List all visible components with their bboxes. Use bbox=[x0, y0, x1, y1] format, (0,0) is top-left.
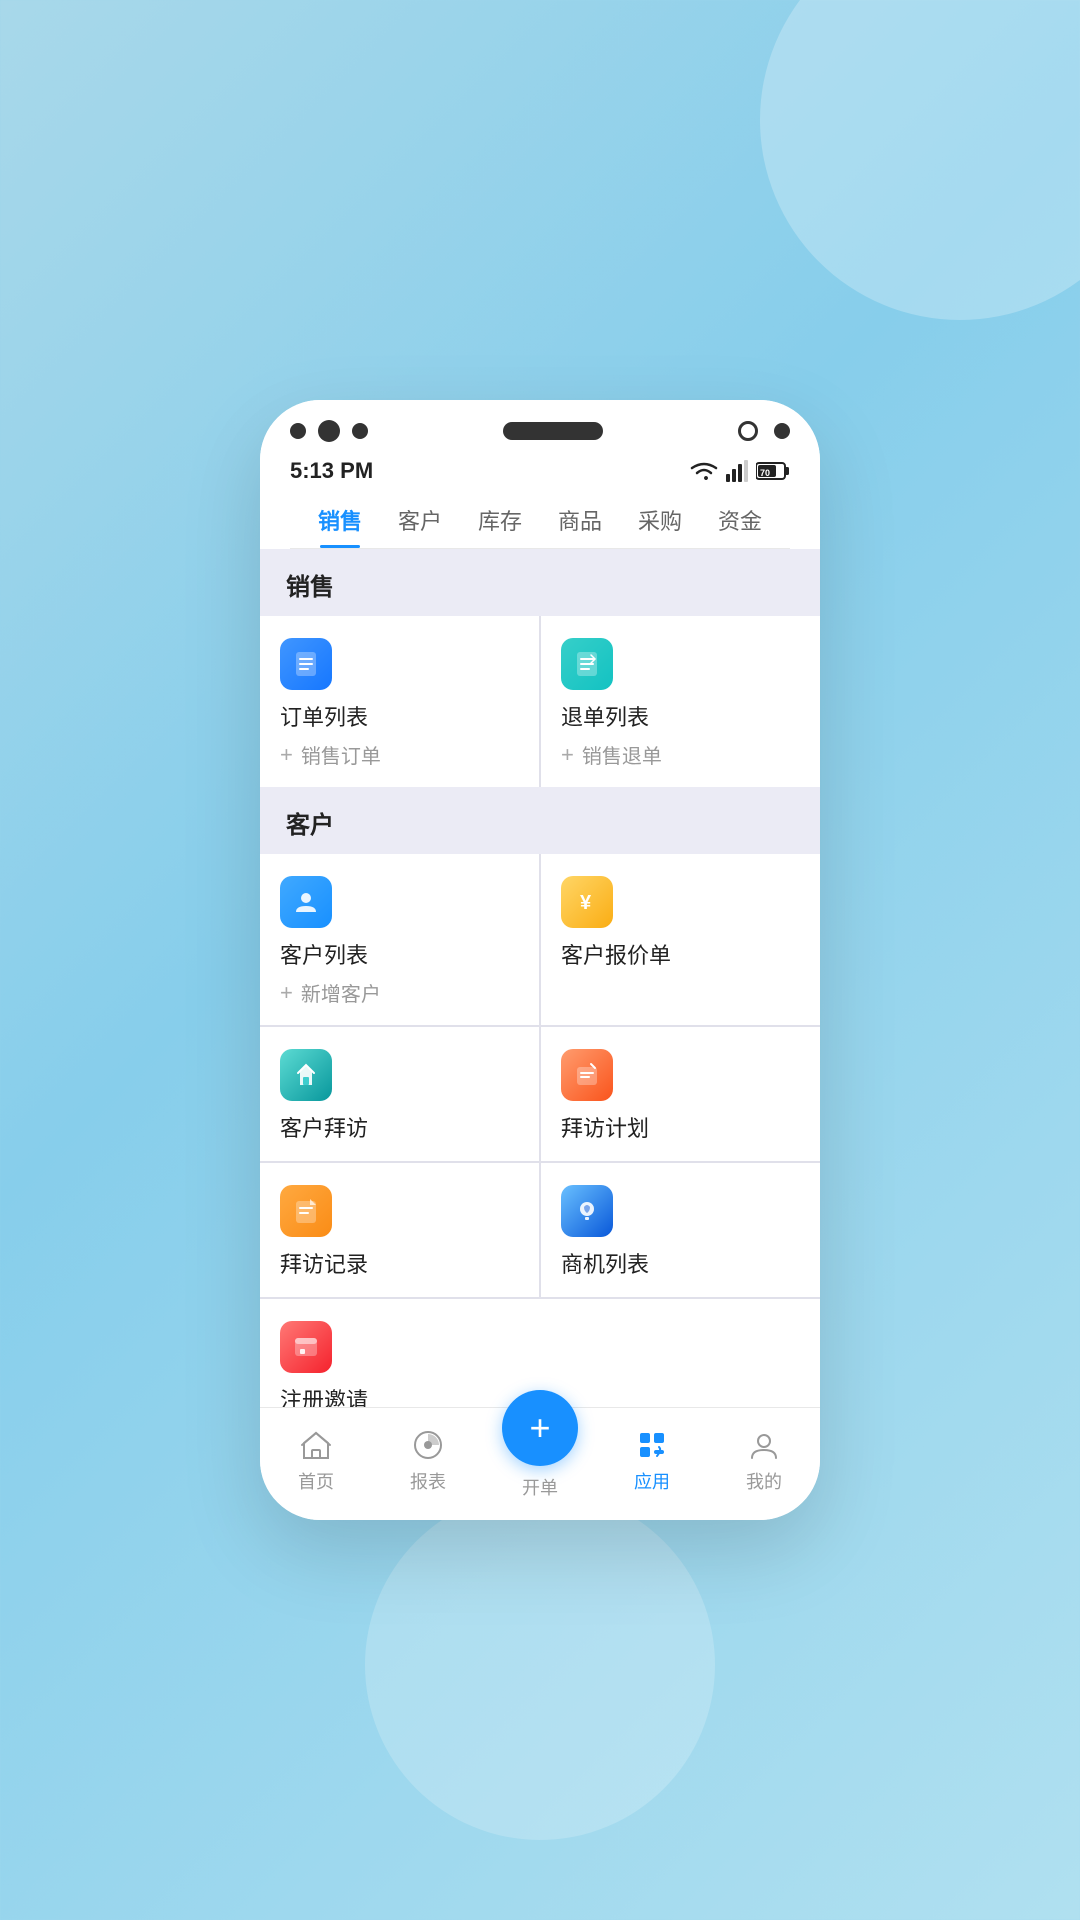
tab-nav: 销售 客户 库存 商品 采购 资金 bbox=[290, 494, 790, 549]
visit-plan-icon bbox=[561, 1049, 613, 1101]
menu-cell-opportunity[interactable]: 商机列表 bbox=[541, 1163, 820, 1297]
svg-text:¥: ¥ bbox=[580, 892, 592, 914]
tab-product[interactable]: 商品 bbox=[540, 494, 620, 548]
open-label: 开单 bbox=[522, 1474, 558, 1500]
opportunity-icon bbox=[561, 1185, 613, 1237]
return-list-icon bbox=[561, 638, 613, 690]
order-list-icon bbox=[280, 638, 332, 690]
customer-section-title: 客户 bbox=[286, 812, 334, 839]
register-invite-icon bbox=[280, 1321, 332, 1373]
tab-customer[interactable]: 客户 bbox=[380, 494, 460, 548]
customer-list-icon bbox=[280, 876, 332, 928]
visit-record-label: 拜访记录 bbox=[280, 1247, 368, 1279]
report-label: 报表 bbox=[410, 1468, 446, 1494]
menu-cell-return-list[interactable]: 退单列表 + 销售退单 bbox=[541, 616, 820, 787]
nav-app[interactable]: 应用 bbox=[596, 1426, 708, 1494]
order-list-label: 订单列表 bbox=[280, 700, 368, 732]
phone-frame: 5:13 PM bbox=[260, 400, 820, 1520]
nav-report[interactable]: 报表 bbox=[372, 1426, 484, 1494]
tab-purchase[interactable]: 采购 bbox=[620, 494, 700, 548]
dot1 bbox=[290, 423, 306, 439]
return-list-label: 退单列表 bbox=[561, 700, 649, 732]
menu-cell-customer-price[interactable]: ¥ 客户报价单 bbox=[541, 854, 820, 1025]
content-area: 销售 订单列表 + 销售订单 bbox=[260, 549, 820, 1407]
nav-mine[interactable]: 我的 bbox=[708, 1426, 820, 1494]
sales-section-header: 销售 bbox=[260, 549, 820, 616]
wifi-icon bbox=[690, 460, 718, 482]
menu-cell-customer-visit[interactable]: 客户拜访 bbox=[260, 1027, 539, 1161]
camera-dots-right bbox=[738, 421, 790, 441]
svg-text:70: 70 bbox=[760, 468, 770, 478]
open-center-button[interactable]: + bbox=[502, 1390, 578, 1466]
menu-cell-customer-list[interactable]: 客户列表 + 新增客户 bbox=[260, 854, 539, 1025]
status-icons: 70 bbox=[690, 460, 790, 482]
mine-label: 我的 bbox=[746, 1468, 782, 1494]
customer-list-label: 客户列表 bbox=[280, 938, 368, 970]
sales-section-title: 销售 bbox=[286, 574, 334, 601]
customer-visit-label: 客户拜访 bbox=[280, 1111, 368, 1143]
section-customer: 客户 客户列表 + 新增客户 bbox=[260, 787, 820, 1407]
opportunity-label: 商机列表 bbox=[561, 1247, 649, 1279]
add-customer[interactable]: + 新增客户 bbox=[280, 978, 381, 1007]
dot2 bbox=[318, 420, 340, 442]
customer-section-header: 客户 bbox=[260, 787, 820, 854]
customer-visit-icon bbox=[280, 1049, 332, 1101]
tab-inventory[interactable]: 库存 bbox=[460, 494, 540, 548]
menu-cell-visit-plan[interactable]: 拜访计划 bbox=[541, 1027, 820, 1161]
sales-grid: 订单列表 + 销售订单 bbox=[260, 616, 820, 787]
app-label: 应用 bbox=[634, 1468, 670, 1494]
status-bar: 5:13 PM bbox=[290, 454, 790, 494]
pill-notch bbox=[503, 422, 603, 440]
visit-record-icon bbox=[280, 1185, 332, 1237]
nav-home[interactable]: 首页 bbox=[260, 1426, 372, 1494]
visit-plan-label: 拜访计划 bbox=[561, 1111, 649, 1143]
add-sales-order[interactable]: + 销售订单 bbox=[280, 740, 381, 769]
app-icon bbox=[633, 1426, 671, 1464]
home-icon bbox=[297, 1426, 335, 1464]
open-plus-icon: + bbox=[529, 1410, 550, 1446]
tab-finance[interactable]: 资金 bbox=[700, 494, 780, 548]
report-icon bbox=[409, 1426, 447, 1464]
nav-open[interactable]: + 开单 bbox=[484, 1420, 596, 1500]
home-label: 首页 bbox=[298, 1468, 334, 1494]
status-time: 5:13 PM bbox=[290, 458, 373, 484]
battery-icon: 70 bbox=[756, 461, 790, 481]
customer-grid: 客户列表 + 新增客户 ¥ 客户报价单 bbox=[260, 854, 820, 1407]
bottom-nav: 首页 报表 + 开单 bbox=[260, 1407, 820, 1520]
customer-price-icon: ¥ bbox=[561, 876, 613, 928]
dot4 bbox=[774, 423, 790, 439]
add-sales-return[interactable]: + 销售退单 bbox=[561, 740, 662, 769]
signal-icon bbox=[726, 460, 748, 482]
dot3 bbox=[352, 423, 368, 439]
menu-cell-order-list[interactable]: 订单列表 + 销售订单 bbox=[260, 616, 539, 787]
camera-row bbox=[290, 420, 790, 442]
camera-dots-left bbox=[290, 420, 368, 442]
phone-top: 5:13 PM bbox=[260, 400, 820, 549]
customer-price-label: 客户报价单 bbox=[561, 938, 671, 970]
tab-sales[interactable]: 销售 bbox=[300, 494, 380, 548]
section-sales: 销售 订单列表 + 销售订单 bbox=[260, 549, 820, 787]
user-icon bbox=[745, 1426, 783, 1464]
menu-cell-visit-record[interactable]: 拜访记录 bbox=[260, 1163, 539, 1297]
dot-outline1 bbox=[738, 421, 758, 441]
register-invite-label: 注册邀请 bbox=[280, 1383, 368, 1407]
